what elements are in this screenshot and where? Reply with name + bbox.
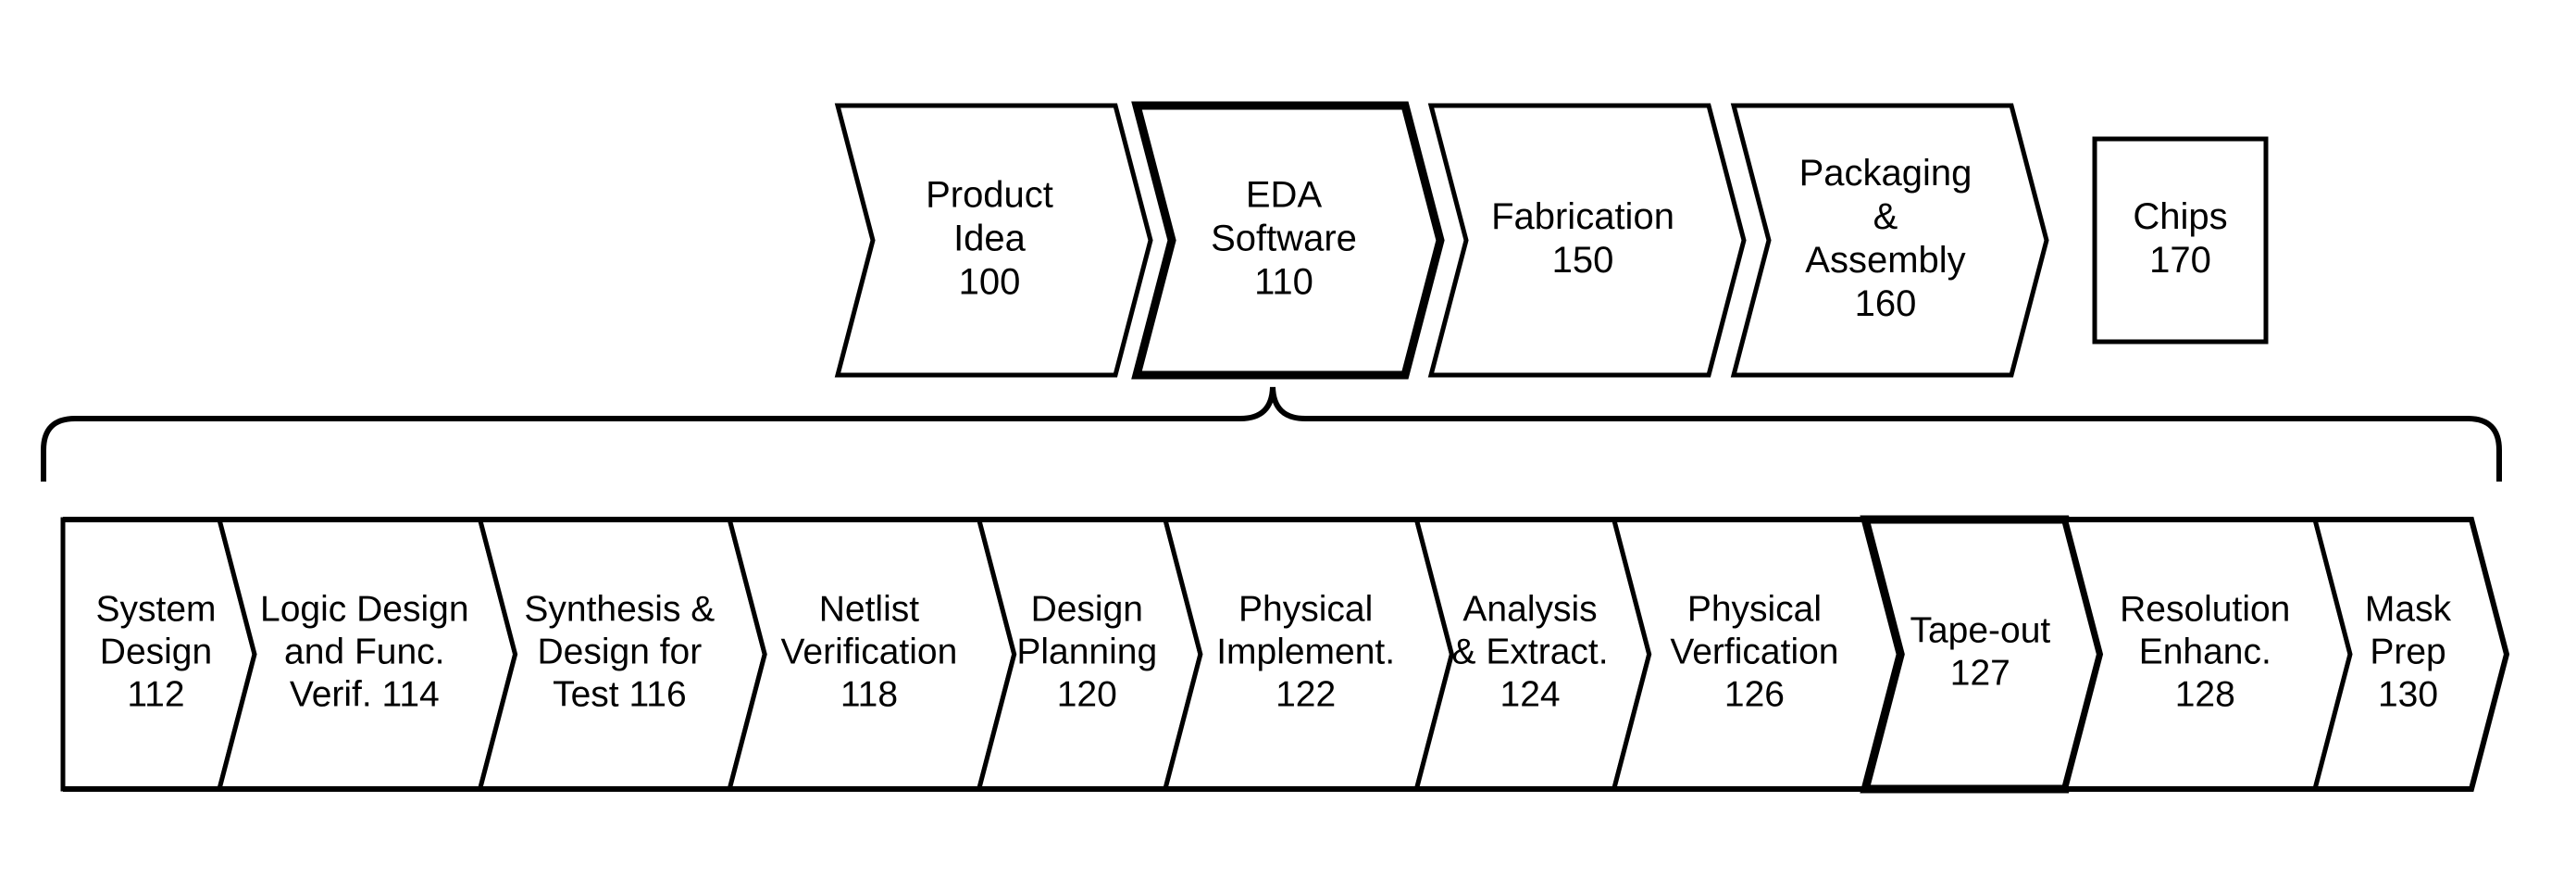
detail-step-tape-out[interactable]: Tape-out 127: [1860, 515, 2106, 794]
detail-step-physical-verification[interactable]: Physical Verfication 126: [1611, 517, 1903, 792]
node-label-line: & Extract.: [1452, 633, 1609, 672]
node-label-line: 127: [1950, 654, 2010, 694]
detail-step-logic-design-and-func-verif[interactable]: Logic Design and Func. Verif. 114: [216, 517, 518, 792]
node-label-line: Verfication: [1670, 633, 1838, 672]
top-flow-row: Product Idea 100EDA Software 110Fabrication 1…: [834, 101, 2269, 380]
node-label-line: Physical: [1687, 590, 1822, 630]
node-label-line: 170: [2149, 240, 2211, 281]
top-step-chips[interactable]: Chips 170: [2092, 136, 2269, 345]
node-label-line: Planning: [1016, 633, 1157, 672]
node-label-line: Verification: [781, 633, 958, 672]
node-label-line: Design: [1031, 590, 1143, 630]
node-label-line: Software: [1211, 218, 1357, 258]
node-label-line: Design: [100, 633, 212, 672]
detail-step-analysis-and-extraction[interactable]: Analysis & Extract. 124: [1413, 517, 1652, 792]
eda-expansion-brace: [41, 386, 2502, 482]
node-label-line: Implement.: [1216, 633, 1395, 672]
node-label: Logic Design and Func. Verif. 114: [260, 590, 468, 715]
top-step-product-idea[interactable]: Product Idea 100: [834, 103, 1153, 378]
detail-step-netlist-verification[interactable]: Netlist Verification 118: [726, 517, 1017, 792]
brace-path: [41, 386, 2502, 482]
node-label-line: EDA: [1246, 174, 1323, 215]
node-label-line: 128: [2175, 675, 2235, 715]
node-label-line: Test 116: [553, 675, 687, 715]
detail-step-synthesis-and-design-for-test[interactable]: Synthesis & Design for Test 116: [477, 517, 767, 792]
top-step-packaging-assembly[interactable]: Packaging & Assembly 160: [1730, 103, 2049, 378]
detail-step-resolution-enhancement[interactable]: Resolution Enhanc. 128: [2062, 517, 2353, 792]
top-step-eda-software[interactable]: EDA Software 110: [1131, 101, 1445, 380]
node-label-line: and Func.: [284, 633, 444, 672]
eda-flow-diagram: Product Idea 100EDA Software 110Fabrication 1…: [41, 101, 2510, 794]
node-label-line: Tape-out: [1910, 611, 2050, 651]
node-label-line: Product: [926, 174, 1053, 215]
detail-flow-row: System Design 112Logic Design and Func. Veri…: [60, 515, 2510, 794]
patent-figure-canvas: Product Idea 100 EDA Software 110 Fabrication 1…: [0, 0, 2576, 877]
node-label-line: Design for: [537, 633, 702, 672]
detail-step-physical-implementation[interactable]: Physical Implement. 122: [1162, 517, 1454, 792]
node-label-line: 150: [1552, 240, 1614, 281]
top-step-fabrication[interactable]: Fabrication 150: [1427, 103, 1747, 378]
node-label-line: 110: [1254, 261, 1313, 302]
node-label-line: Prep: [2370, 633, 2445, 672]
node-label-line: Enhanc.: [2139, 633, 2271, 672]
node-label-line: 126: [1724, 675, 1785, 715]
node-label-line: Verif. 114: [290, 675, 440, 715]
node-label-line: Idea: [953, 218, 1027, 258]
node-label-line: Mask: [2365, 590, 2452, 630]
node-label-line: Resolution: [2120, 590, 2290, 630]
node-label-line: 100: [959, 261, 1021, 302]
node-label-line: Chips: [2133, 196, 2227, 237]
node-label-line: Packaging: [1799, 153, 1972, 194]
node-label-line: Netlist: [819, 590, 920, 630]
node-label-line: 130: [2378, 675, 2438, 715]
node-label-line: Physical: [1238, 590, 1373, 630]
node-label-line: 160: [1855, 283, 1917, 324]
node-label-line: &: [1873, 196, 1898, 237]
node-label-line: Synthesis &: [524, 590, 715, 630]
node-label-line: Fabrication: [1491, 196, 1674, 237]
node-label-line: 120: [1057, 675, 1117, 715]
node-label-line: Analysis: [1462, 590, 1597, 630]
node-label: Synthesis & Design for Test 116: [524, 590, 715, 715]
node-label-line: 112: [127, 675, 184, 715]
node-label-line: 122: [1276, 675, 1336, 715]
node-label-line: Logic Design: [260, 590, 468, 630]
node-label-line: 118: [840, 675, 898, 715]
node-label-line: System: [95, 590, 216, 630]
node-label-line: 124: [1500, 675, 1561, 715]
detail-step-design-planning[interactable]: Design Planning 120: [976, 517, 1203, 792]
detail-step-system-design[interactable]: System Design 112: [60, 517, 257, 792]
node-label-line: Assembly: [1805, 240, 1965, 281]
